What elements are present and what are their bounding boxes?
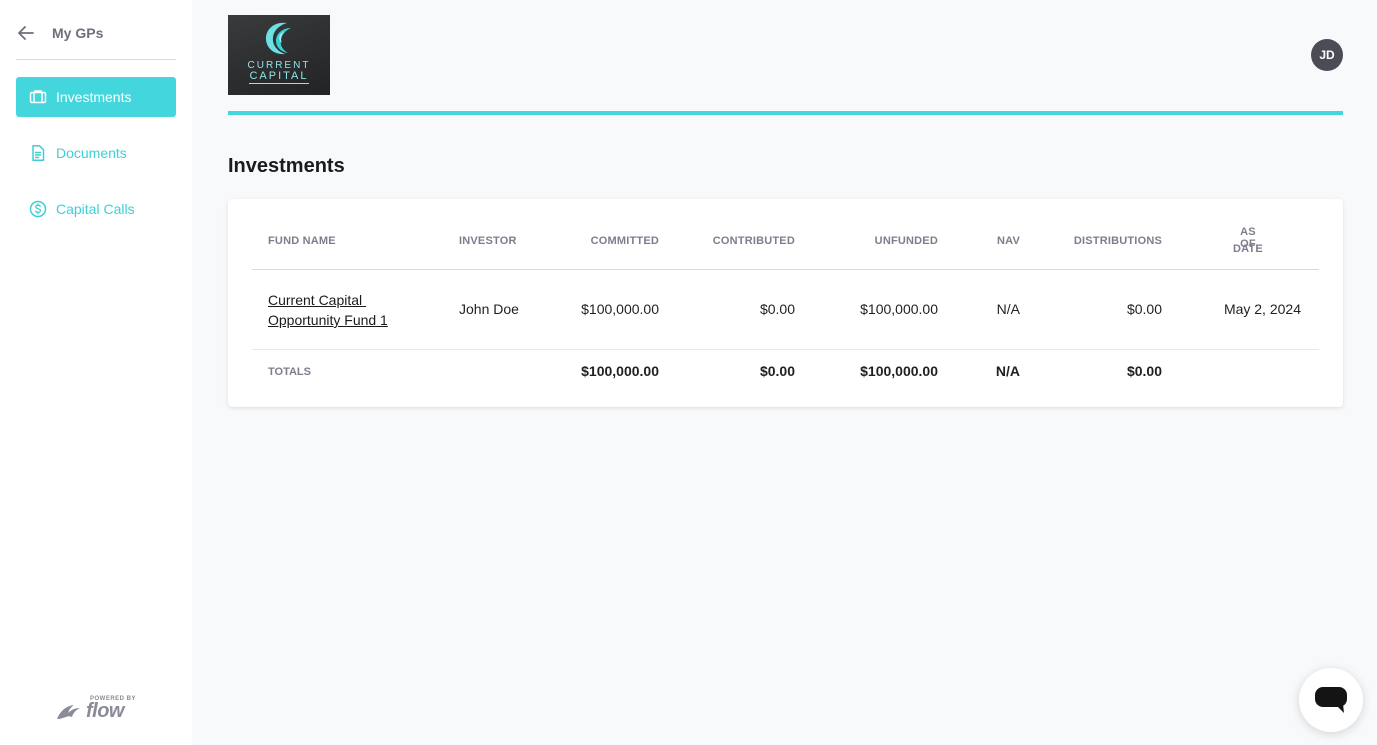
logo-text-line2: CAPITAL xyxy=(249,70,309,84)
sidebar-item-label: Documents xyxy=(56,145,127,161)
total-nav: N/A xyxy=(995,363,1020,379)
total-unfunded: $100,000.00 xyxy=(860,363,938,379)
table-row-divider xyxy=(252,349,1319,350)
chat-bubble-icon xyxy=(1315,687,1347,713)
back-to-my-gps-link[interactable]: My GPs xyxy=(16,20,176,46)
total-committed: $100,000.00 xyxy=(581,363,659,379)
wave-logo-icon xyxy=(265,22,291,55)
flow-brand-text: flow xyxy=(86,700,125,722)
flow-wing-icon xyxy=(57,705,80,719)
sidebar: My GPs Investments Documents Capital Cal… xyxy=(0,0,192,745)
cell-contributed: $0.00 xyxy=(759,301,795,317)
column-header-date: DATE xyxy=(1233,243,1263,255)
column-header-distributions: DISTRIBUTIONS xyxy=(1073,235,1162,247)
fund-name-link[interactable]: Current Capital Opportunity Fund 1 xyxy=(268,290,388,330)
chat-launcher-button[interactable] xyxy=(1299,668,1363,732)
cell-distributions: $0.00 xyxy=(1126,301,1162,317)
arrow-left-icon xyxy=(18,26,34,40)
column-header-contributed: CONTRIBUTED xyxy=(712,235,795,247)
current-capital-logo: CURRENT CAPITAL xyxy=(228,15,330,95)
header-accent-line xyxy=(228,111,1343,115)
briefcase-icon xyxy=(29,88,47,106)
sidebar-item-label: Capital Calls xyxy=(56,201,135,217)
column-header-unfunded: UNFUNDED xyxy=(874,235,938,247)
cell-as-of-date: May 2, 2024 xyxy=(1223,301,1301,317)
investments-table-card: FUND NAME INVESTOR COMMITTED CONTRIBUTED… xyxy=(228,199,1343,407)
sidebar-divider xyxy=(16,59,176,60)
total-contributed: $0.00 xyxy=(759,363,795,379)
sidebar-item-capital-calls[interactable]: Capital Calls xyxy=(16,189,176,229)
column-header-fund-name: FUND NAME xyxy=(268,235,336,247)
cell-unfunded: $100,000.00 xyxy=(860,301,938,317)
cell-investor: John Doe xyxy=(459,301,519,317)
cell-nav: N/A xyxy=(996,301,1020,317)
fund-name-line1: Current Capital xyxy=(268,292,367,308)
column-header-committed: COMMITTED xyxy=(590,235,659,247)
document-icon xyxy=(29,144,47,162)
sidebar-item-investments[interactable]: Investments xyxy=(16,77,176,117)
column-header-nav: NAV xyxy=(996,235,1020,247)
sidebar-item-label: Investments xyxy=(56,89,132,105)
back-label: My GPs xyxy=(52,25,104,41)
totals-label: TOTALS xyxy=(268,366,311,378)
table-header-divider xyxy=(252,269,1319,270)
sidebar-item-documents[interactable]: Documents xyxy=(16,133,176,173)
column-header-investor: INVESTOR xyxy=(459,235,517,247)
cell-committed: $100,000.00 xyxy=(581,301,659,317)
dollar-circle-icon xyxy=(29,200,47,218)
powered-by-flow-logo: POWERED BY flow xyxy=(56,696,138,724)
fund-name-line2: Opportunity Fund 1 xyxy=(268,312,388,328)
page-title: Investments xyxy=(228,155,345,177)
total-distributions: $0.00 xyxy=(1126,363,1162,379)
user-avatar[interactable]: JD xyxy=(1311,39,1343,71)
